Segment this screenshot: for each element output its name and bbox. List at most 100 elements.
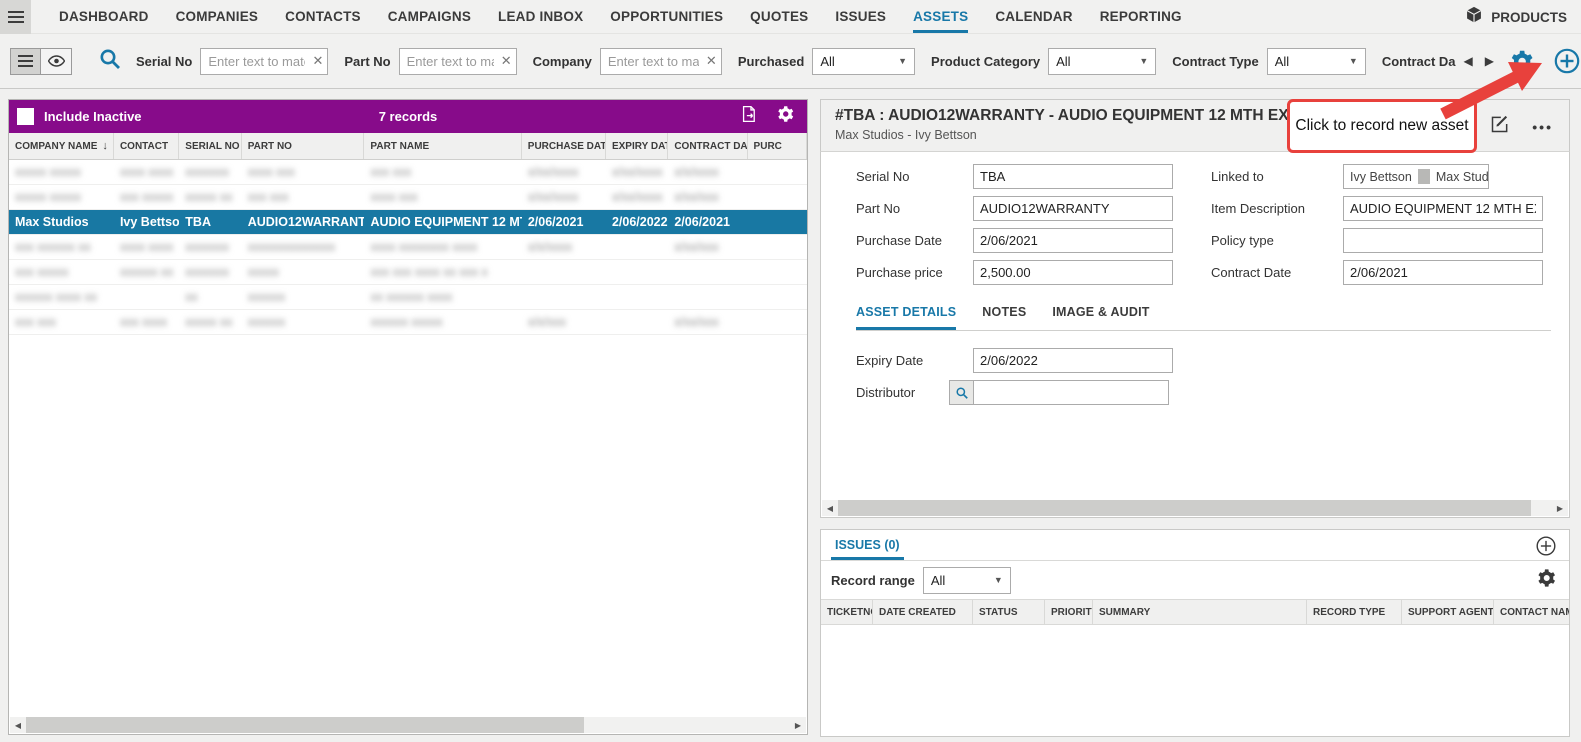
cell: xxxxx xxxxx — [9, 185, 114, 209]
filter-settings-gear-icon[interactable] — [1510, 49, 1535, 74]
column-header-expiry-date[interactable]: EXPIRY DATE — [606, 133, 668, 159]
cell: x/xx/xxxx — [522, 185, 606, 209]
scroll-right-icon[interactable]: ▶ — [1552, 500, 1568, 516]
column-header-purc[interactable]: PURC — [748, 133, 807, 159]
cell — [606, 235, 668, 259]
table-row[interactable]: xxxxxx xxxx xxxxxxxxxxxx xxxxxx xxxx — [9, 285, 807, 310]
filter-prev-icon[interactable]: ◀ — [1464, 54, 1473, 68]
issues-column-header-priority[interactable]: PRIORITY — [1045, 600, 1093, 624]
issues-settings-gear-icon[interactable] — [1537, 568, 1557, 593]
scroll-right-icon[interactable]: ▶ — [790, 717, 806, 733]
preview-eye-button[interactable] — [41, 48, 72, 75]
part-no-field[interactable] — [973, 196, 1173, 221]
issues-column-header-support-agent[interactable]: SUPPORT AGENT — [1402, 600, 1494, 624]
column-header-serial-no[interactable]: SERIAL NO — [179, 133, 241, 159]
column-header-contact[interactable]: CONTACT — [114, 133, 179, 159]
scrollbar-thumb[interactable] — [26, 717, 584, 733]
policy-type-field[interactable] — [1343, 228, 1543, 253]
scroll-left-icon[interactable]: ◀ — [822, 500, 838, 516]
cell: xxxx xxx — [364, 185, 521, 209]
list-view-button[interactable] — [10, 48, 41, 75]
issues-tab[interactable]: ISSUES (0) — [831, 530, 904, 560]
contract-date-field[interactable] — [1343, 260, 1543, 285]
issues-column-header-summary[interactable]: SUMMARY — [1093, 600, 1307, 624]
column-header-contract-date[interactable]: CONTRACT DATE — [668, 133, 747, 159]
column-header-company-name[interactable]: COMPANY NAME↓ — [9, 133, 114, 159]
issues-column-header-date-created[interactable]: DATE CREATED — [873, 600, 973, 624]
table-row[interactable]: xxx xxxxxx xxxxxxxxx xxxxxxxxxxxxxx xxxx… — [9, 310, 807, 335]
product-category-filter-select[interactable]: All ▼ — [1048, 48, 1156, 75]
scrollbar-thumb[interactable] — [838, 500, 1531, 516]
scroll-left-icon[interactable]: ◀ — [10, 717, 26, 733]
nav-item-quotes[interactable]: QUOTES — [750, 0, 808, 33]
item-description-field[interactable] — [1343, 196, 1543, 221]
issues-grid-header-row: TICKETNODATE CREATEDSTATUSPRIORITYSUMMAR… — [821, 599, 1569, 625]
list-settings-gear-icon[interactable] — [777, 105, 795, 128]
column-header-part-no[interactable]: PART NO — [242, 133, 365, 159]
column-header-purchase-date[interactable]: PURCHASE DATE — [522, 133, 606, 159]
export-icon[interactable] — [740, 105, 757, 128]
issues-column-header-ticketno[interactable]: TICKETNO — [821, 600, 873, 624]
linked-company-link[interactable]: Max Studios — [1430, 170, 1489, 184]
edit-asset-icon[interactable] — [1490, 114, 1510, 139]
policy-type-label: Policy type — [1211, 233, 1343, 248]
nav-item-calendar[interactable]: CALENDAR — [995, 0, 1072, 33]
purchase-price-field[interactable] — [973, 260, 1173, 285]
issues-column-header-status[interactable]: STATUS — [973, 600, 1045, 624]
part-no-filter-input[interactable] — [399, 48, 517, 75]
detail-form-hscrollbar[interactable]: ◀ ▶ — [822, 500, 1568, 516]
purchased-filter-select[interactable]: All ▼ — [812, 48, 915, 75]
products-button[interactable]: PRODUCTS — [1464, 0, 1567, 34]
nav-item-dashboard[interactable]: DASHBOARD — [59, 0, 149, 33]
cell: xxxxx — [242, 260, 365, 284]
table-row[interactable]: xxxxx xxxxxxxx xxxxxxxxxx xxxxx xxxxxxx … — [9, 185, 807, 210]
table-row[interactable]: xxx xxxxxx xxxxxx xxxxxxxxxxxxxxxxxxxxxx… — [9, 235, 807, 260]
company-clear-icon[interactable]: ✕ — [706, 53, 717, 69]
issues-column-header-contact-nam[interactable]: CONTACT NAM — [1494, 600, 1569, 624]
table-row[interactable]: xxxxx xxxxxxxxx xxxxxxxxxxxxxxx xxxxxx x… — [9, 160, 807, 185]
serial-no-filter-input[interactable] — [200, 48, 328, 75]
asset-grid-header-row: COMPANY NAME↓CONTACTSERIAL NOPART NOPART… — [9, 133, 807, 160]
contract-type-filter-select[interactable]: All ▼ — [1267, 48, 1366, 75]
include-inactive-checkbox[interactable] — [17, 108, 34, 125]
add-asset-button[interactable] — [1553, 47, 1581, 75]
issues-column-header-record-type[interactable]: RECORD TYPE — [1307, 600, 1402, 624]
menu-hamburger-icon[interactable] — [0, 0, 31, 34]
nav-item-contacts[interactable]: CONTACTS — [285, 0, 361, 33]
tab-asset-details[interactable]: ASSET DETAILS — [856, 302, 956, 330]
cell — [522, 260, 606, 284]
nav-item-lead-inbox[interactable]: LEAD INBOX — [498, 0, 583, 33]
nav-item-opportunities[interactable]: OPPORTUNITIES — [610, 0, 723, 33]
expiry-date-field[interactable] — [973, 348, 1173, 373]
nav-item-companies[interactable]: COMPANIES — [176, 0, 259, 33]
more-options-icon[interactable]: ••• — [1532, 119, 1553, 135]
cell: xxxx xxxx — [114, 160, 179, 184]
add-issue-icon[interactable] — [1535, 535, 1557, 562]
column-header-part-name[interactable]: PART NAME — [364, 133, 521, 159]
record-range-select[interactable]: All ▼ — [923, 567, 1011, 594]
cell: xxxxxxx — [179, 160, 241, 184]
cell — [748, 235, 807, 259]
asset-grid-rows: xxxxx xxxxxxxxx xxxxxxxxxxxxxxx xxxxxx x… — [9, 160, 807, 335]
part-no-clear-icon[interactable]: ✕ — [501, 53, 512, 69]
distributor-search-icon[interactable] — [949, 380, 973, 405]
nav-item-campaigns[interactable]: CAMPAIGNS — [388, 0, 471, 33]
filter-next-icon[interactable]: ▶ — [1485, 54, 1494, 68]
nav-item-issues[interactable]: ISSUES — [835, 0, 886, 33]
cell — [748, 160, 807, 184]
serial-no-clear-icon[interactable]: ✕ — [312, 53, 323, 69]
table-row[interactable]: xxx xxxxxxxxxxx xxxxxxxxxxxxxxxxx xxx xx… — [9, 260, 807, 285]
table-row-selected[interactable]: Max StudiosIvy BettsonTBAAUDIO12WARRANTY… — [9, 210, 807, 235]
linked-contact-link[interactable]: Ivy Bettson — [1344, 170, 1418, 184]
asset-list-hscrollbar[interactable]: ◀ ▶ — [10, 717, 806, 733]
search-icon[interactable] — [98, 47, 122, 76]
purchase-date-field[interactable] — [973, 228, 1173, 253]
company-filter-input[interactable] — [600, 48, 722, 75]
nav-item-assets[interactable]: ASSETS — [913, 0, 968, 33]
tab-image-audit[interactable]: IMAGE & AUDIT — [1052, 302, 1149, 330]
serial-no-field[interactable] — [973, 164, 1173, 189]
nav-item-reporting[interactable]: REPORTING — [1100, 0, 1182, 33]
distributor-field[interactable] — [973, 380, 1169, 405]
callout-text: Click to record new asset — [1295, 116, 1468, 135]
tab-notes[interactable]: NOTES — [982, 302, 1026, 330]
